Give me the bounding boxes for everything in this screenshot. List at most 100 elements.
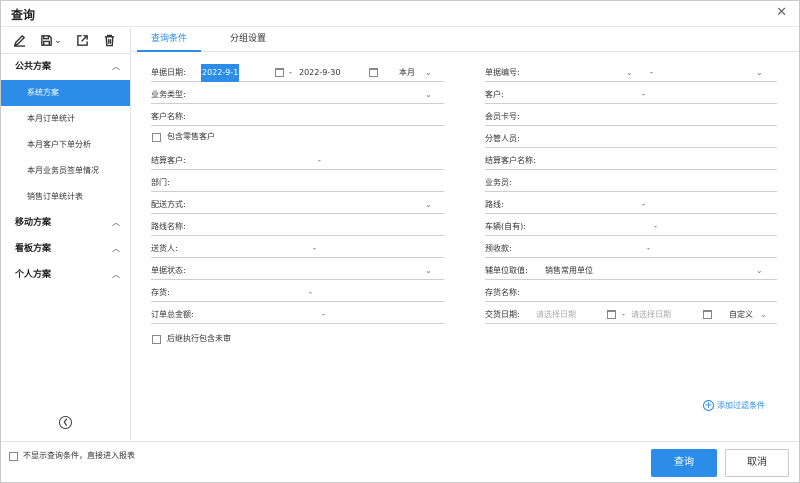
business-type-field[interactable]: 业务类型: ⌄ (151, 86, 444, 104)
tab-query-conditions[interactable]: 查询条件 (137, 28, 201, 52)
customer-name-field[interactable]: 客户名称: (151, 108, 444, 126)
aux-unit-field[interactable]: 辅单位取值: 销售常用单位 ⌄ (485, 262, 777, 280)
inventory-name-field[interactable]: 存货名称: (485, 284, 777, 302)
delivery-date-label: 交货日期: (485, 310, 520, 319)
chevron-up-icon[interactable]: ︿ (112, 54, 120, 80)
member-card-label: 会员卡号: (485, 112, 520, 121)
settle-customer-name-label: 结算客户名称: (485, 156, 536, 165)
sidebar-item-monthly-orders[interactable]: 本月订单统计 (1, 106, 130, 132)
range-dash: - (642, 90, 645, 99)
department-label: 部门: (151, 178, 170, 187)
vehicle-field[interactable]: 车辆(自有): - (485, 218, 777, 236)
settle-customer-field[interactable]: 结算客户: - (151, 152, 444, 170)
date-to-field[interactable]: 2022-9-30 (299, 64, 340, 82)
order-total-field[interactable]: 订单总金额: - (151, 306, 444, 324)
post-exec-label: 后继执行包含未审 (167, 334, 231, 343)
dialog-title: 查询 (11, 8, 36, 22)
calendar-icon[interactable] (275, 68, 284, 77)
chevron-down-icon[interactable]: ⌄ (760, 306, 767, 324)
personal-scheme-group[interactable]: 个人方案 ︿ (1, 262, 130, 288)
manager-field[interactable]: 分管人员: (485, 130, 777, 148)
customer-label: 客户: (485, 90, 504, 99)
delivery-date-mode-select[interactable]: 自定义 (729, 306, 753, 324)
post-exec-checkbox[interactable] (152, 335, 161, 344)
date-period-select[interactable]: 本月 (399, 64, 415, 82)
aux-unit-value: 销售常用单位 (545, 266, 593, 275)
salesman-label: 业务员: (485, 178, 512, 187)
tab-group-settings[interactable]: 分组设置 (217, 28, 279, 52)
edit-icon[interactable] (13, 33, 26, 49)
date-from-field[interactable]: 2022-9-1 (201, 64, 240, 82)
group-label: 移动方案 (15, 218, 52, 228)
delivery-person-field[interactable]: 送货人: - (151, 240, 444, 258)
title-bar: 查询 ✕ (1, 1, 799, 27)
chevron-down-icon[interactable]: ⌄ (756, 262, 763, 280)
board-scheme-group[interactable]: 看板方案 ︿ (1, 236, 130, 262)
business-type-label: 业务类型: (151, 90, 186, 99)
doc-status-field[interactable]: 单据状态: ⌄ (151, 262, 444, 280)
chevron-down-icon[interactable]: ⌄ (425, 262, 432, 280)
collapse-sidebar-icon[interactable]: ❮ (59, 416, 72, 429)
chevron-down-icon[interactable]: ⌄ (425, 64, 432, 82)
range-dash: - (647, 244, 650, 253)
chevron-up-icon[interactable]: ︿ (112, 210, 120, 236)
calendar-icon[interactable] (703, 310, 712, 319)
prepay-field[interactable]: 预收款: - (485, 240, 777, 258)
chevron-down-icon[interactable]: ⌄ (756, 64, 763, 82)
chevron-down-icon[interactable]: ⌄ (425, 86, 432, 104)
route-label: 路线: (485, 200, 504, 209)
close-icon[interactable]: ✕ (776, 5, 787, 20)
chevron-up-icon[interactable]: ︿ (112, 262, 120, 288)
inventory-name-label: 存货名称: (485, 288, 520, 297)
chevron-down-icon[interactable]: ⌄ (54, 36, 62, 46)
calendar-icon[interactable] (369, 68, 378, 77)
range-dash: - (654, 222, 657, 231)
plus-circle-icon: + (703, 400, 714, 411)
chevron-up-icon[interactable]: ︿ (112, 236, 120, 262)
include-retail-checkbox[interactable] (152, 133, 161, 142)
range-dash: - (289, 68, 292, 77)
delivery-date-from[interactable]: 请选择日期 (536, 306, 576, 324)
route-field[interactable]: 路线: - (485, 196, 777, 214)
group-label: 看板方案 (15, 244, 52, 254)
sidebar-item-sales-order-stats[interactable]: 销售订单统计表 (1, 184, 130, 210)
inventory-label: 存货: (151, 288, 170, 297)
skip-conditions-label: 不显示查询条件，直接进入报表 (23, 451, 135, 460)
mobile-scheme-group[interactable]: 移动方案 ︿ (1, 210, 130, 236)
sidebar-item-system-scheme[interactable]: 系统方案 (1, 80, 130, 106)
delivery-date-row: 交货日期: 请选择日期 - 请选择日期 自定义 ⌄ (485, 306, 777, 324)
doc-date-row: 单据日期: 2022-9-1 - 2022-9-30 本月 ⌄ (151, 64, 444, 82)
public-scheme-group[interactable]: 公共方案 ︿ (1, 54, 130, 80)
settle-customer-label: 结算客户: (151, 156, 186, 165)
inventory-field[interactable]: 存货: - (151, 284, 444, 302)
calendar-icon[interactable] (607, 310, 616, 319)
settle-customer-name-field[interactable]: 结算客户名称: (485, 152, 777, 170)
scheme-sidebar: ⌄ 公共方案 ︿ 系统方案 本月订单统计 本月客户下单分析 本月业务员签单情况 销… (1, 28, 131, 441)
chevron-down-icon[interactable]: ⌄ (425, 196, 432, 214)
export-icon[interactable] (76, 33, 89, 49)
customer-name-label: 客户名称: (151, 112, 186, 121)
add-filter-label: 添加过滤条件 (717, 401, 765, 410)
department-field[interactable]: 部门: (151, 174, 444, 192)
delivery-date-to[interactable]: 请选择日期 (631, 306, 671, 324)
manager-label: 分管人员: (485, 134, 520, 143)
scheme-toolbar: ⌄ (1, 28, 130, 54)
route-name-field[interactable]: 路线名称: (151, 218, 444, 236)
range-dash: - (322, 310, 325, 319)
query-button[interactable]: 查询 (651, 449, 717, 477)
delivery-method-field[interactable]: 配送方式: ⌄ (151, 196, 444, 214)
delivery-method-label: 配送方式: (151, 200, 186, 209)
salesman-field[interactable]: 业务员: (485, 174, 777, 192)
chevron-down-icon[interactable]: ⌄ (626, 64, 633, 82)
sidebar-item-customer-analysis[interactable]: 本月客户下单分析 (1, 132, 130, 158)
customer-field[interactable]: 客户: - (485, 86, 777, 104)
group-label: 个人方案 (15, 270, 52, 280)
delete-icon[interactable] (103, 33, 116, 49)
member-card-field[interactable]: 会员卡号: (485, 108, 777, 126)
range-dash: - (622, 310, 625, 319)
skip-conditions-checkbox[interactable] (9, 452, 18, 461)
sidebar-item-salesman-signing[interactable]: 本月业务员签单情况 (1, 158, 130, 184)
save-icon[interactable]: ⌄ (40, 33, 62, 49)
add-filter-button[interactable]: + 添加过滤条件 (703, 400, 765, 411)
cancel-button[interactable]: 取消 (725, 449, 789, 477)
